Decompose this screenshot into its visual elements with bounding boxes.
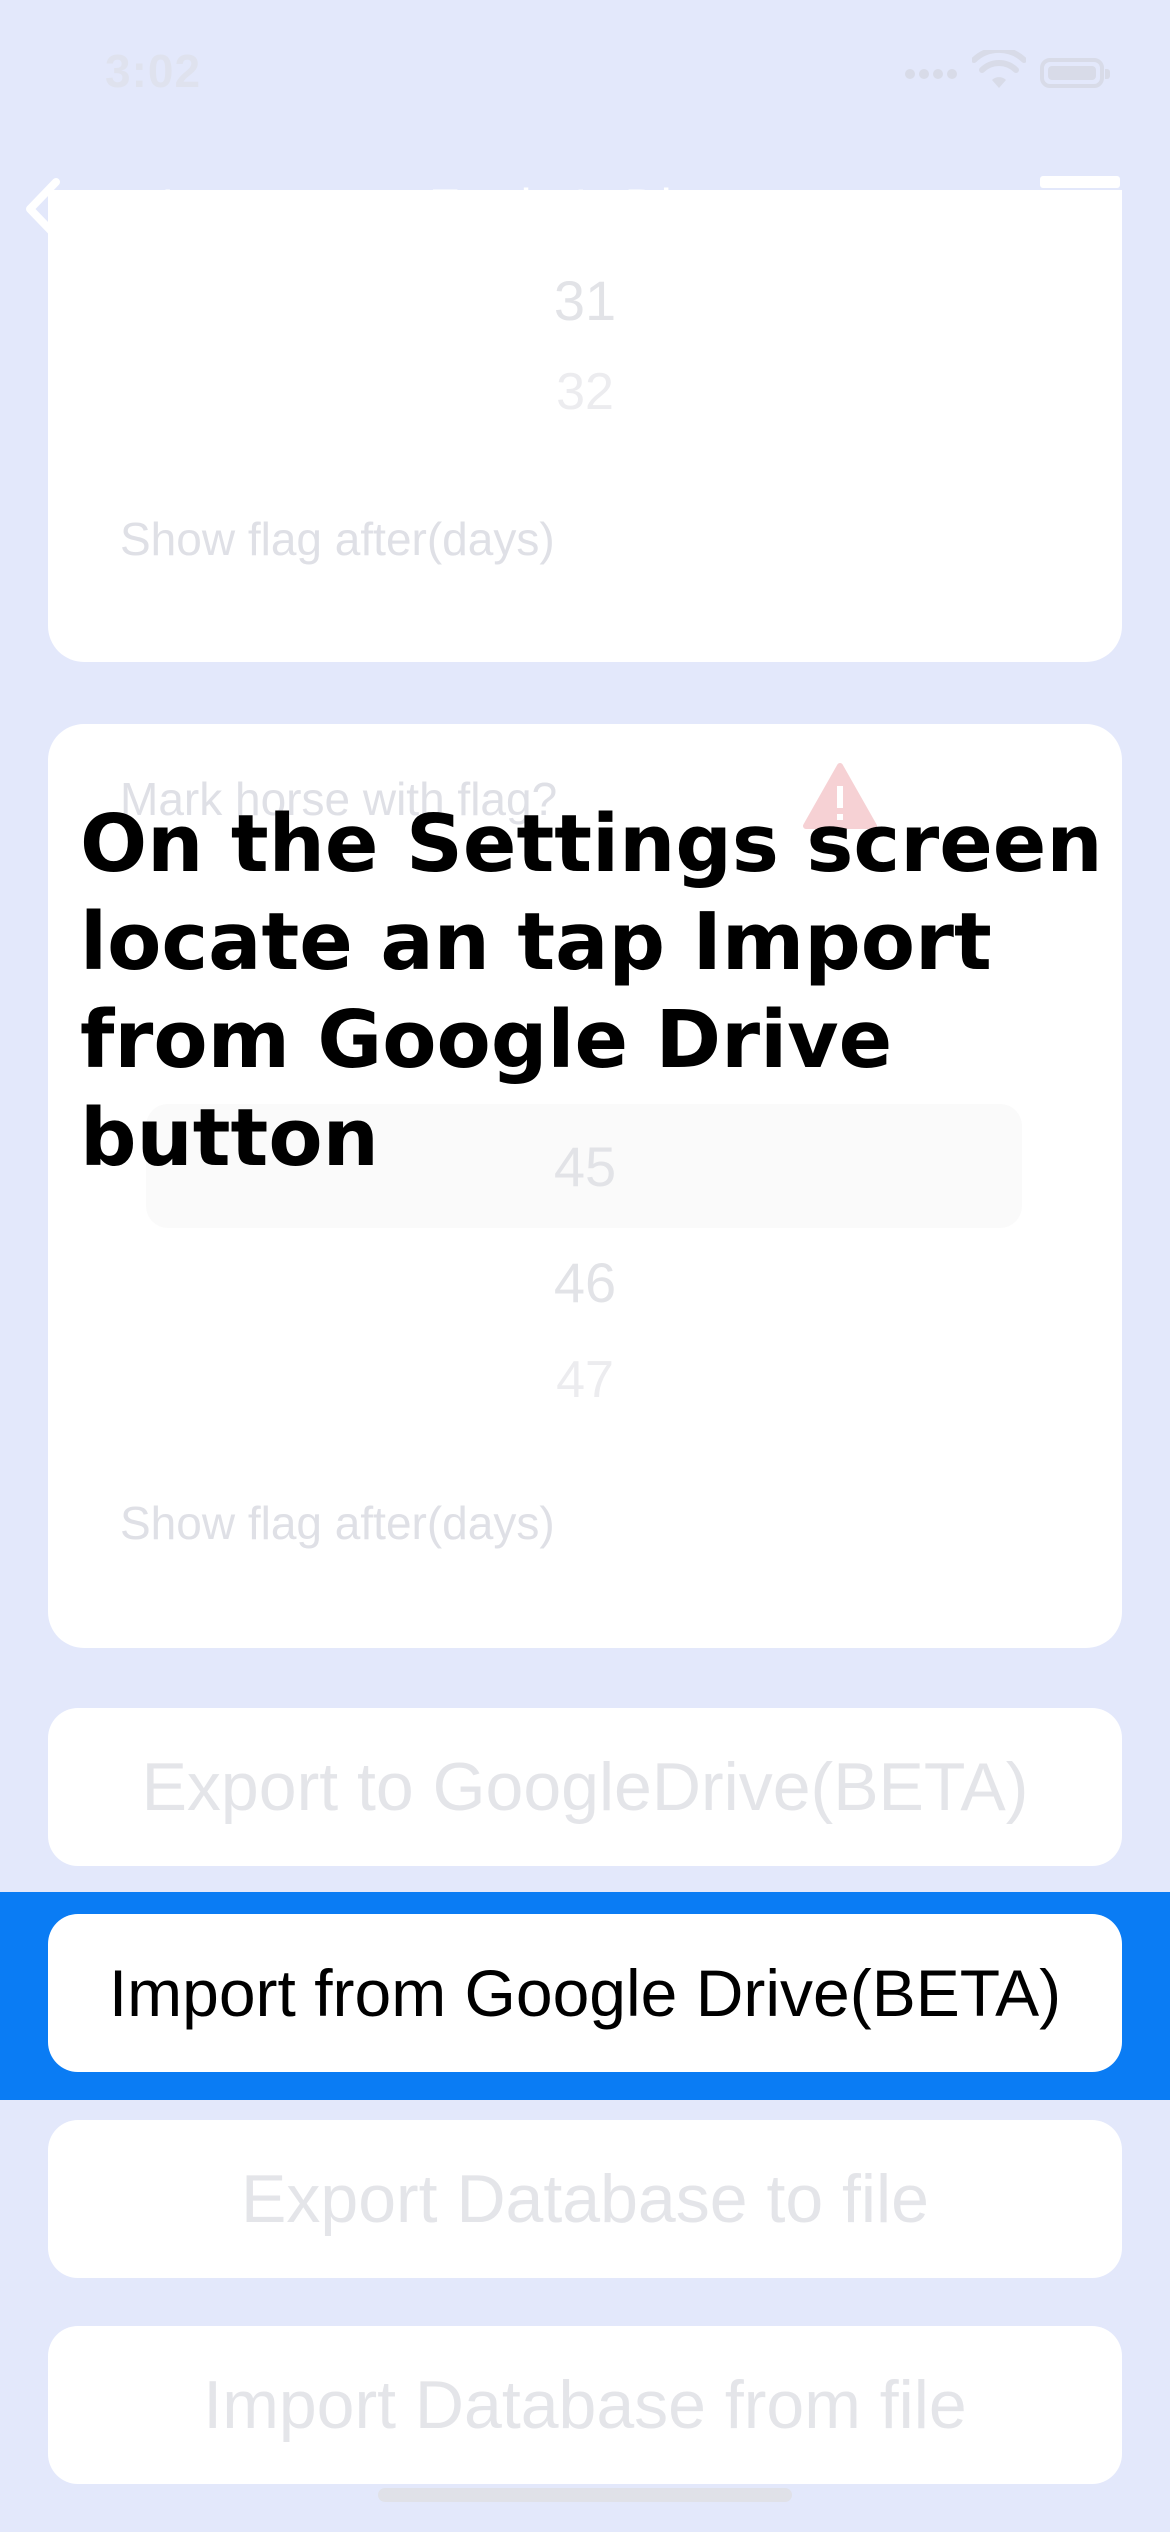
instruction-text: On the Settings screen locate an tap Imp…	[80, 798, 1103, 1184]
show-flag-after-label: Show flag after(days)	[120, 513, 555, 565]
home-indicator	[378, 2488, 792, 2502]
picker-value[interactable]: 31	[0, 268, 1170, 333]
export-database-button[interactable]: Export Database to file	[48, 2120, 1122, 2278]
picker-value[interactable]: 47	[0, 1350, 1170, 1402]
picker-value[interactable]: 46	[0, 1250, 1170, 1315]
import-database-button[interactable]: Import Database from file	[48, 2326, 1122, 2484]
flag-days-card-top	[48, 190, 1122, 662]
cellular-signal-icon	[905, 66, 965, 84]
wifi-icon	[972, 50, 1026, 88]
battery-icon	[1040, 58, 1110, 88]
picker-value[interactable]: 32	[0, 362, 1170, 416]
export-google-drive-button[interactable]: Export to GoogleDrive(BETA)	[48, 1708, 1122, 1866]
show-flag-after-label: Show flag after(days)	[120, 1497, 555, 1549]
status-time: 3:02	[105, 45, 202, 97]
import-google-drive-button[interactable]: Import from Google Drive(BETA)	[48, 1914, 1122, 2072]
